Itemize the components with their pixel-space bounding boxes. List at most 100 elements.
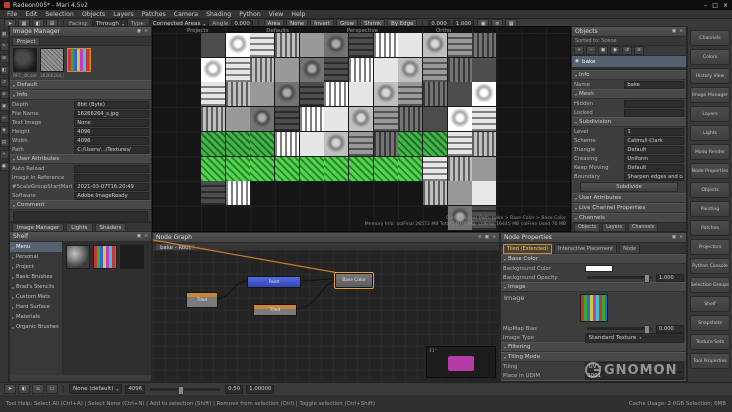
shelf-item-thumbnail[interactable] <box>93 245 117 269</box>
texture-tile[interactable] <box>324 156 349 181</box>
palette-tool-icon[interactable]: ▤ <box>0 138 9 147</box>
mask-select[interactable]: None (default) <box>69 384 123 394</box>
property-value[interactable]: 1 <box>624 127 684 136</box>
section-object-info[interactable]: Info <box>572 70 686 80</box>
background-opacity-value[interactable]: 1.000 <box>656 273 684 282</box>
texture-tile[interactable] <box>348 156 373 181</box>
texture-tile[interactable] <box>422 107 447 132</box>
menu-item[interactable]: Edit <box>25 11 37 18</box>
property-value[interactable] <box>624 108 684 117</box>
image-thumbnail[interactable] <box>13 48 37 72</box>
image-thumbnail[interactable] <box>40 48 64 72</box>
bottom-toolbar-icon[interactable]: ◐ <box>18 384 30 394</box>
property-value[interactable]: C:/Users/.../Textures/ <box>74 145 149 154</box>
texture-tile[interactable] <box>225 181 250 206</box>
menu-item[interactable]: Selection <box>45 11 74 18</box>
shelf-tree-item[interactable]: Materials <box>10 312 62 322</box>
property-value[interactable]: 2021-03-07T16:20:49 <box>74 182 149 191</box>
palette-tab[interactable]: History View <box>690 68 730 84</box>
footer-tab[interactable]: Channels <box>628 222 659 231</box>
section-default[interactable]: Default <box>10 80 151 90</box>
panel-header-icon[interactable]: × <box>144 234 148 239</box>
texture-tile[interactable] <box>348 82 373 107</box>
opacity-field[interactable]: 0.50 <box>225 384 244 394</box>
palette-tab[interactable]: Image Manager <box>690 87 730 103</box>
texture-tile[interactable] <box>250 131 275 156</box>
texture-tile[interactable] <box>373 57 398 82</box>
texture-tile[interactable] <box>373 156 398 181</box>
texture-tile[interactable] <box>373 107 398 132</box>
footer-tab[interactable]: Layers <box>602 222 626 231</box>
texture-tile[interactable] <box>225 107 250 132</box>
image-manager-header[interactable]: Image Manager ▣ × <box>10 27 151 37</box>
texture-tile[interactable] <box>299 33 324 57</box>
background-opacity-slider[interactable] <box>586 274 652 283</box>
palette-tab[interactable]: Objects <box>690 182 730 198</box>
palette-tab[interactable]: Python Console <box>690 258 730 274</box>
texture-tile[interactable] <box>422 131 447 156</box>
objects-toolbar-button[interactable]: ↺ <box>622 46 632 55</box>
property-value[interactable]: Adobe ImageReady <box>74 191 149 200</box>
property-value[interactable]: 4096 <box>74 127 149 136</box>
shelf-tree-item[interactable]: Menu <box>10 242 62 252</box>
texture-tile[interactable] <box>422 181 447 206</box>
texture-tile[interactable] <box>201 82 225 107</box>
texture-tile[interactable] <box>472 33 497 57</box>
palette-tool-icon[interactable]: ⊞ <box>0 54 9 63</box>
texture-tile[interactable] <box>324 107 349 132</box>
texture-tile[interactable] <box>447 82 472 107</box>
texture-tile[interactable] <box>274 107 299 132</box>
property-value[interactable]: 16266264_s.jpg <box>74 109 149 118</box>
texture-tile[interactable] <box>201 107 225 132</box>
palette-tool-icon[interactable]: ▦ <box>0 30 9 39</box>
palette-tab[interactable]: Modo Render <box>690 144 730 160</box>
graph-node[interactable]: Tiled <box>186 292 218 308</box>
section-object-user-attributes[interactable]: User Attributes <box>572 193 686 203</box>
palette-tab[interactable]: Lights <box>690 125 730 141</box>
menu-item[interactable]: Layers <box>113 11 133 18</box>
dock-tab[interactable]: Shaders <box>94 223 127 231</box>
tab-tiled-extended[interactable]: Tiled (Extended) <box>503 244 553 254</box>
menu-item[interactable]: File <box>7 11 17 18</box>
palette-tab[interactable]: Channels <box>690 30 730 46</box>
window-control-button[interactable]: × <box>723 2 728 9</box>
property-value[interactable] <box>74 164 149 173</box>
objects-toolbar-button[interactable]: − <box>586 46 596 55</box>
texture-tile[interactable] <box>324 82 349 107</box>
menu-item[interactable]: Patches <box>142 11 166 18</box>
objects-toolbar-button[interactable]: + <box>574 46 584 55</box>
texture-tile[interactable] <box>274 156 299 181</box>
texture-tile[interactable] <box>250 107 275 132</box>
texture-tile[interactable] <box>250 156 275 181</box>
graph-node[interactable]: Base Color <box>334 272 374 289</box>
bottom-toolbar-icon[interactable]: ▭ <box>46 384 58 394</box>
panel-header-icon[interactable]: × <box>679 29 683 34</box>
image-thumbnail-selected[interactable] <box>67 48 91 72</box>
texture-tile[interactable] <box>225 82 250 107</box>
palette-tool-icon[interactable]: ≈ <box>0 114 9 123</box>
panel-header-icon[interactable]: ▣ <box>137 234 141 239</box>
shelf-tree-item[interactable]: Hard Surface <box>10 302 62 312</box>
shelf-header[interactable]: Shelf ▣ × <box>10 232 151 242</box>
shelf-item-thumbnail[interactable] <box>120 245 144 269</box>
section-base-color[interactable]: Base Color <box>501 254 686 264</box>
menu-item[interactable]: View <box>269 11 284 18</box>
shelf-tree-item[interactable]: Brad's Stencils <box>10 282 62 292</box>
bottom-toolbar-icon[interactable]: ⌂ <box>32 384 44 394</box>
texture-tile[interactable] <box>225 33 250 57</box>
menu-item[interactable]: Python <box>239 11 260 18</box>
dock-tab[interactable]: Lights <box>66 223 93 231</box>
texture-tile[interactable] <box>422 57 447 82</box>
texture-tile[interactable] <box>274 57 299 82</box>
bottom-toolbar-icon[interactable]: ➤ <box>4 384 16 394</box>
texture-tile[interactable] <box>472 107 497 132</box>
palette-tool-icon[interactable]: ● <box>0 162 9 171</box>
panel-header-icon[interactable]: ▣ <box>485 235 489 240</box>
shelf-tree-item[interactable]: Organic Brushes <box>10 322 62 332</box>
shelf-tree-item[interactable]: Basic Brushes <box>10 272 62 282</box>
footer-tab[interactable]: Objects <box>574 222 601 231</box>
tab-node[interactable]: Node <box>619 244 641 254</box>
menu-item[interactable]: Objects <box>82 11 105 18</box>
slider-knob[interactable] <box>178 385 185 395</box>
texture-tile[interactable] <box>398 33 423 57</box>
